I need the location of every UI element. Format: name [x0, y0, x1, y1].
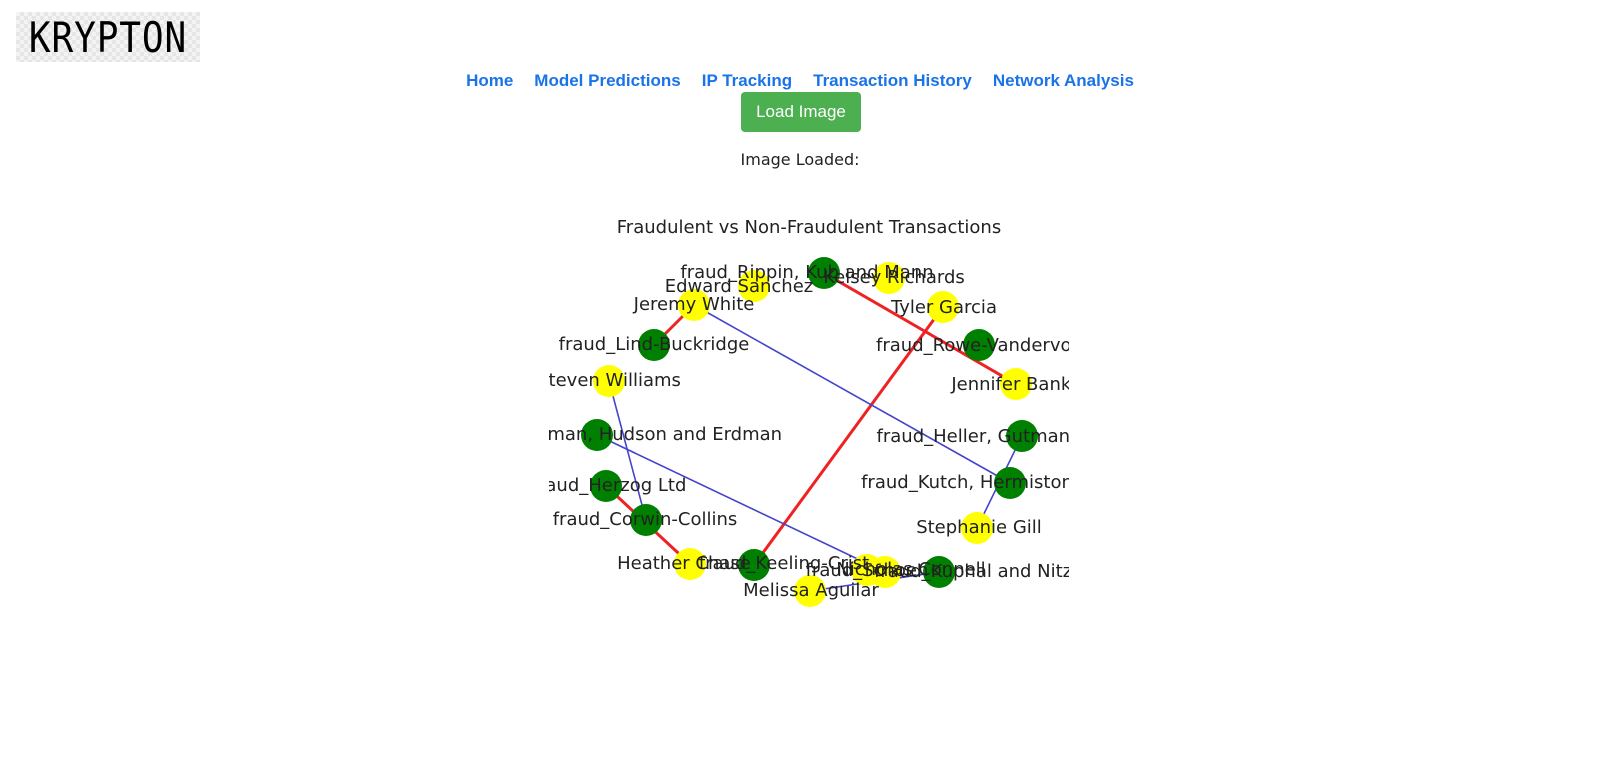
node-label-4: Jennifer Banks — [950, 374, 1069, 395]
nav-model-predictions[interactable]: Model Predictions — [534, 70, 680, 92]
main-nav: Home Model Predictions IP Tracking Trans… — [0, 70, 1600, 92]
fraud-edge-0 — [823, 271, 1017, 386]
node-label-19: Jeremy White — [633, 294, 755, 315]
node-label-17: Steven Williams — [549, 370, 681, 391]
node-label-1: Kelsey Richards — [823, 267, 965, 288]
node-label-18: fraud_Lind-Buckridge — [559, 334, 750, 355]
node-label-2: Tyler Garcia — [890, 297, 997, 318]
load-image-button[interactable]: Load Image — [741, 92, 861, 132]
node-label-16: fraud_Bauman, Hudson and Erdman — [549, 424, 782, 445]
krypton-logo: KRYPTON — [16, 12, 200, 62]
nav-transaction-history[interactable]: Transaction History — [813, 70, 972, 92]
labels-layer: fraud_Rippin, Kub and MannKelsey Richard… — [549, 262, 1069, 601]
node-label-11: Melissa Aguilar — [743, 580, 879, 601]
node-label-3: fraud_Rowe-Vandervort — [876, 335, 1069, 356]
network-graph-image: Fraudulent vs Non-Fraudulent Transaction… — [549, 217, 1069, 607]
node-label-15: fraud_Herzog Ltd — [549, 475, 686, 496]
node-label-7: Stephanie Gill — [916, 517, 1042, 538]
node-label-6: fraud_Kutch, Hermiston — [861, 472, 1069, 493]
normal-edge-7 — [596, 434, 886, 573]
nav-home[interactable]: Home — [466, 70, 513, 92]
node-label-13: Heather Chase — [617, 553, 751, 574]
logo-text: KRYPTON — [28, 12, 188, 62]
node-label-20: Edward Sanchez — [665, 276, 813, 297]
node-label-5: fraud_Heller, Gutmann — [877, 426, 1069, 447]
node-label-14: fraud_Corwin-Collins — [553, 509, 738, 530]
graph-title: Fraudulent vs Non-Fraudulent Transaction… — [617, 217, 1001, 238]
image-loaded-label: Image Loaded: — [740, 150, 860, 169]
nav-ip-tracking[interactable]: IP Tracking — [702, 70, 792, 92]
nav-network-analysis[interactable]: Network Analysis — [993, 70, 1134, 92]
